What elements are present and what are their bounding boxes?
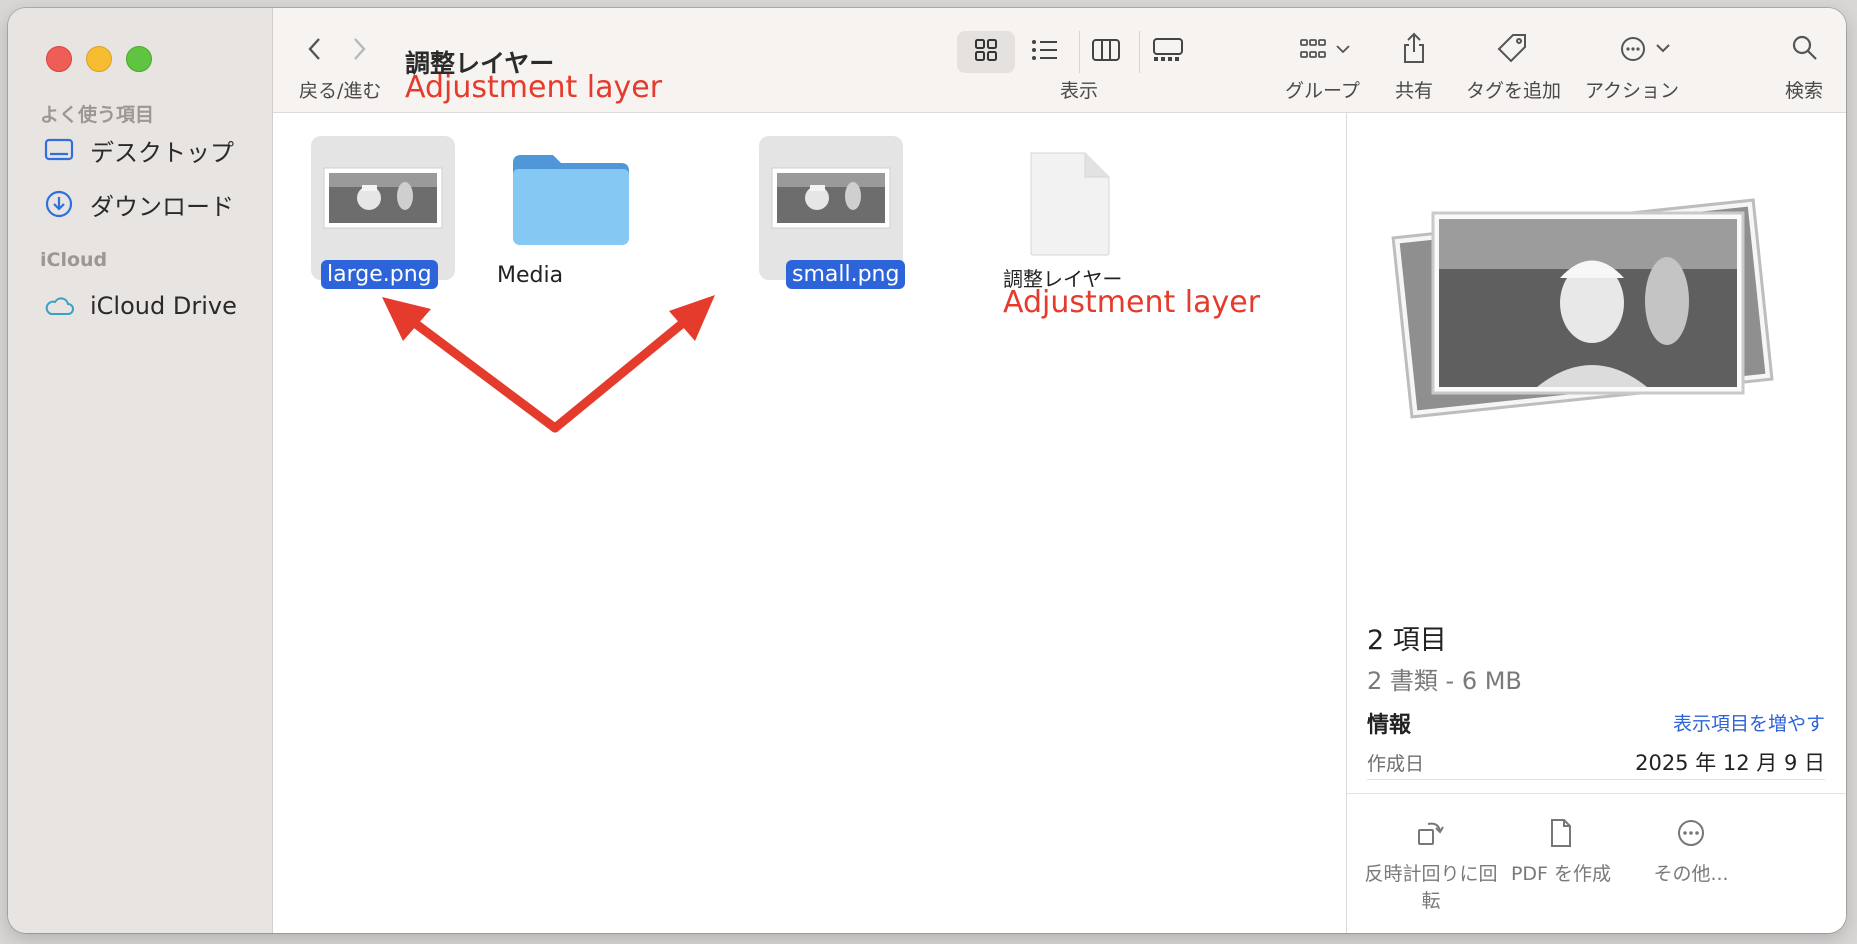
icloud-header: iCloud	[40, 249, 108, 271]
icon-view-button[interactable]	[957, 31, 1015, 73]
chevron-left-icon	[307, 36, 323, 66]
search-button[interactable]	[1788, 32, 1822, 68]
show-more-link[interactable]: 表示項目を増やす	[1673, 709, 1825, 736]
group-label: グループ	[1285, 80, 1360, 102]
finder-window: よく使う項目 デスクトップ ダウンロード iCloud iCloud Drive	[8, 8, 1846, 933]
column-view-button[interactable]	[1079, 31, 1132, 73]
zoom-window-button[interactable]	[126, 46, 152, 72]
arrow-to-small-png	[550, 295, 715, 433]
forward-button[interactable]	[345, 34, 373, 68]
divider	[1367, 779, 1825, 780]
desktop-icon	[42, 133, 76, 167]
group-button[interactable]	[1293, 34, 1357, 68]
tag-label: タグを追加	[1466, 80, 1562, 102]
tag-icon	[1496, 32, 1528, 68]
more-icon	[1616, 813, 1766, 853]
preview-stacked-images	[1391, 198, 1774, 419]
action-button[interactable]	[1613, 34, 1677, 68]
gallery-view-button[interactable]	[1139, 31, 1196, 73]
sidebar-item-label: ダウンロード	[90, 192, 234, 221]
toolbar: 戻る/進む 調整レイヤー Adjustment layer 表示 グループ 共有…	[273, 8, 1846, 113]
share-icon	[1401, 32, 1427, 68]
sidebar: よく使う項目 デスクトップ ダウンロード iCloud iCloud Drive	[8, 8, 273, 933]
cloud-icon	[42, 289, 76, 323]
nav-label: 戻る/進む	[299, 80, 382, 102]
more-circle-icon	[1619, 35, 1671, 67]
search-icon	[1791, 34, 1819, 66]
rotate-left-button[interactable]: 反時計回りに回転	[1356, 813, 1506, 913]
list-view-button[interactable]	[1019, 31, 1071, 73]
more-actions-label: その他...	[1653, 863, 1729, 885]
gallery-icon	[1152, 37, 1184, 67]
sidebar-item-desktop[interactable]: デスクトップ	[42, 130, 234, 170]
favorites-header: よく使う項目	[40, 104, 155, 126]
created-label: 作成日	[1367, 753, 1425, 775]
preview-title: 2 項目	[1367, 625, 1447, 656]
list-icon	[1031, 39, 1059, 65]
created-value: 2025 年 12 月 9 日	[1635, 751, 1825, 775]
divider	[1347, 793, 1846, 794]
tag-button[interactable]	[1493, 30, 1531, 70]
title-annotation: Adjustment layer	[405, 70, 663, 105]
arrow-to-large-png	[382, 297, 560, 433]
minimize-window-button[interactable]	[86, 46, 112, 72]
rotate-left-label: 反時計回りに回転	[1364, 863, 1498, 912]
search-label: 検索	[1785, 80, 1824, 102]
share-label: 共有	[1395, 80, 1434, 102]
create-pdf-button[interactable]: PDF を作成	[1486, 813, 1636, 886]
preview-pane: 2 項目 2 書類 - 6 MB 情報 表示項目を増やす 作成日 2025 年 …	[1346, 113, 1846, 933]
sidebar-item-icloud-drive[interactable]: iCloud Drive	[42, 286, 237, 326]
create-pdf-label: PDF を作成	[1510, 863, 1612, 885]
view-label: 表示	[1060, 80, 1099, 102]
columns-icon	[1091, 38, 1121, 66]
sidebar-item-label: デスクトップ	[90, 138, 234, 167]
info-header: 情報	[1367, 713, 1412, 738]
download-icon	[42, 187, 76, 221]
document-icon	[1486, 813, 1636, 853]
sidebar-item-label: iCloud Drive	[90, 292, 237, 320]
annotation-arrows	[382, 295, 715, 433]
back-button[interactable]	[301, 34, 329, 68]
share-button[interactable]	[1397, 30, 1431, 70]
file-grid: large.png Media small.png 調整レイヤー Adjustm…	[273, 113, 1345, 933]
close-window-button[interactable]	[46, 46, 72, 72]
more-actions-button[interactable]: その他...	[1616, 813, 1766, 886]
rotate-left-icon	[1356, 813, 1506, 853]
grid-icon	[974, 38, 998, 66]
sidebar-item-downloads[interactable]: ダウンロード	[42, 184, 234, 224]
chevron-right-icon	[351, 36, 367, 66]
action-label: アクション	[1585, 80, 1680, 102]
preview-subtitle: 2 書類 - 6 MB	[1367, 667, 1522, 695]
group-icon	[1299, 37, 1351, 65]
